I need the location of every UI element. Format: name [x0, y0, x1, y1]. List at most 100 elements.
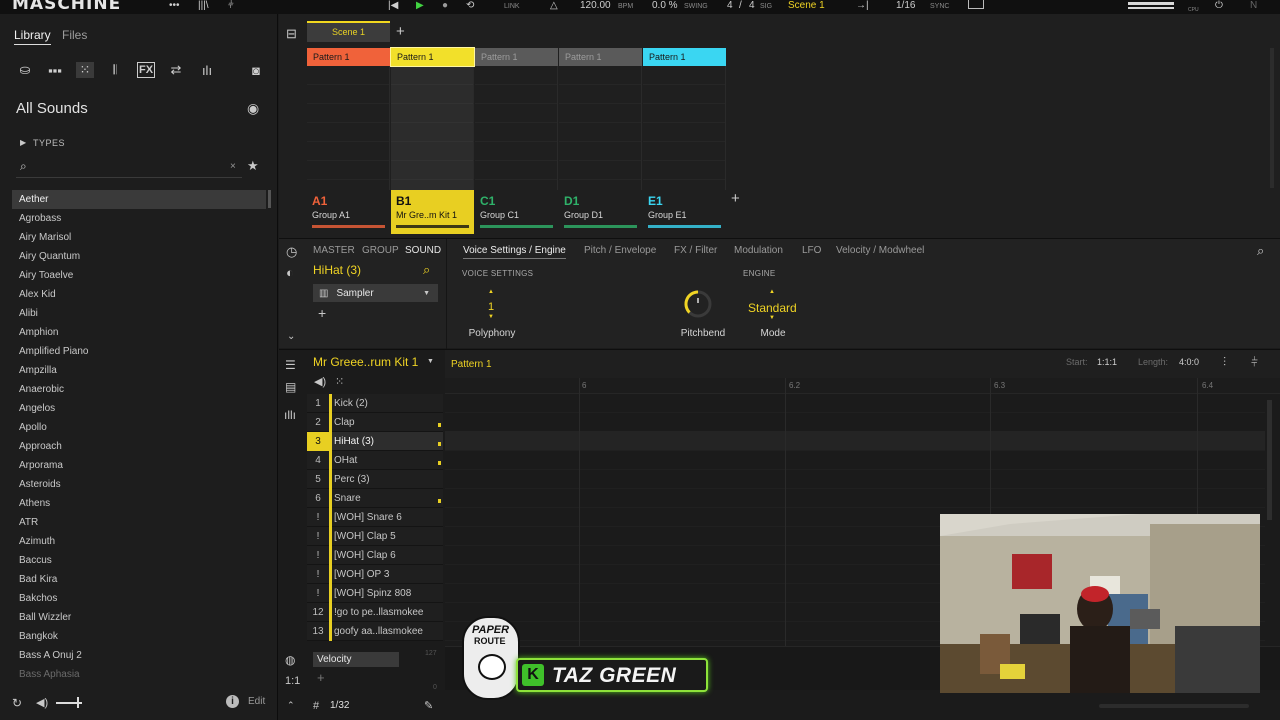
- pattern-name[interactable]: Pattern 1: [451, 359, 492, 370]
- follow-icon[interactable]: →|: [856, 0, 869, 11]
- pad-row[interactable]: ! [WOH] OP 3: [307, 565, 443, 584]
- tab-velocity-modwheel[interactable]: Velocity / Modwheel: [836, 245, 924, 256]
- sound-icon[interactable]: ⁙: [76, 62, 94, 78]
- sound-list-item[interactable]: Airy Quantum: [12, 247, 266, 266]
- sound-list-item[interactable]: Airy Marisol: [12, 228, 266, 247]
- autoload-icon[interactable]: ↻: [12, 696, 22, 710]
- metronome-icon[interactable]: △: [550, 0, 558, 11]
- scene-slot-column[interactable]: [559, 66, 642, 190]
- sound-list-item[interactable]: Bass Aphasia: [12, 665, 266, 684]
- loop-icon[interactable]: ⟲: [466, 0, 474, 11]
- sound-list-item[interactable]: Approach: [12, 437, 266, 456]
- pattern-slot[interactable]: Pattern 1: [643, 48, 726, 66]
- search-input[interactable]: [16, 177, 242, 178]
- sound-list-item[interactable]: Asteroids: [12, 475, 266, 494]
- mixer-settings-icon[interactable]: ⫩: [1251, 355, 1258, 370]
- tab-library[interactable]: Library: [14, 28, 51, 45]
- scene-slot-column[interactable]: [307, 66, 390, 190]
- pencil-icon[interactable]: ✎: [424, 699, 433, 712]
- fx-icon[interactable]: FX: [137, 62, 155, 78]
- pad-row[interactable]: ! [WOH] Clap 5: [307, 527, 443, 546]
- start-value[interactable]: 1:1:1: [1097, 357, 1117, 367]
- edit-button[interactable]: Edit: [248, 696, 265, 707]
- tab-voice-settings[interactable]: Voice Settings / Engine: [463, 245, 566, 259]
- quantize-value[interactable]: 1/16: [896, 0, 915, 11]
- sound-list-item[interactable]: Athens: [12, 494, 266, 513]
- tab-fx-filter[interactable]: FX / Filter: [674, 245, 717, 256]
- tab-sound[interactable]: SOUND: [405, 245, 441, 256]
- plugin-icon[interactable]: ◐: [286, 265, 294, 280]
- group-slot[interactable]: E1 Group E1: [643, 190, 726, 234]
- pad-row[interactable]: 13 goofy aa..llasmokee: [307, 622, 443, 641]
- browser-icon[interactable]: |||\: [198, 0, 209, 11]
- list-scrollbar[interactable]: [268, 190, 271, 208]
- pad-row[interactable]: 12 !go to pe..llasmokee: [307, 603, 443, 622]
- sound-list-item[interactable]: Anaerobic: [12, 380, 266, 399]
- grid-hash-icon[interactable]: #: [313, 700, 319, 712]
- sound-list-item[interactable]: Apollo: [12, 418, 266, 437]
- mixer-icon[interactable]: ⫩: [228, 0, 234, 11]
- pad-row[interactable]: ! [WOH] Snare 6: [307, 508, 443, 527]
- mode-value[interactable]: Standard: [748, 301, 797, 315]
- tab-group[interactable]: GROUP: [362, 245, 399, 256]
- pattern-slot[interactable]: Pattern 1: [390, 47, 475, 67]
- tab-pitch-envelope[interactable]: Pitch / Envelope: [584, 245, 656, 256]
- link-button[interactable]: LINK: [504, 1, 520, 12]
- group-slot[interactable]: B1 Mr Gre..m Kit 1: [391, 190, 474, 234]
- loop-library-icon[interactable]: ⇄: [167, 62, 185, 78]
- pad-row[interactable]: 3 HiHat (3): [307, 432, 443, 451]
- kit-chevron-icon[interactable]: ▼: [427, 358, 434, 365]
- waveform-icon[interactable]: ıllı: [284, 408, 296, 422]
- group-speaker-icon[interactable]: ◀): [314, 375, 326, 388]
- sound-list-item[interactable]: ATR: [12, 513, 266, 532]
- tab-lfo[interactable]: LFO: [802, 245, 821, 256]
- content-title[interactable]: All Sounds: [16, 100, 88, 117]
- keyboard-grid-icon[interactable]: ⁙: [335, 375, 344, 388]
- preview-volume-handle[interactable]: [77, 697, 79, 708]
- scene-indicator[interactable]: Scene 1: [788, 0, 825, 11]
- pad-row[interactable]: 1 Kick (2): [307, 394, 443, 413]
- sound-list-item[interactable]: Alex Kid: [12, 285, 266, 304]
- list-view-icon[interactable]: ☰: [285, 358, 296, 372]
- sync-label[interactable]: SYNC: [930, 1, 949, 12]
- pad-row[interactable]: ! [WOH] Spinz 808: [307, 584, 443, 603]
- sound-list-item[interactable]: Bakchos: [12, 589, 266, 608]
- add-plugin-icon[interactable]: +: [318, 305, 326, 321]
- sound-list-item[interactable]: Ampzilla: [12, 361, 266, 380]
- arranger-scrollbar[interactable]: [1270, 48, 1274, 188]
- eye-icon[interactable]: ◉: [247, 100, 259, 117]
- velocity-mod-icon[interactable]: ◍: [285, 653, 295, 667]
- sig-numerator[interactable]: 4: [727, 0, 733, 11]
- play-icon[interactable]: ▶: [416, 0, 424, 11]
- length-value[interactable]: 4:0:0: [1179, 357, 1199, 367]
- sound-list-item[interactable]: Baccus: [12, 551, 266, 570]
- swing-value[interactable]: 0.0 %: [652, 0, 678, 11]
- rewind-icon[interactable]: |◀: [388, 0, 398, 11]
- pattern-slot[interactable]: Pattern 1: [475, 48, 558, 66]
- group-slot[interactable]: D1 Group D1: [559, 190, 642, 234]
- sound-list-item[interactable]: Alibi: [12, 304, 266, 323]
- search-sound-icon[interactable]: ⌕: [423, 262, 430, 278]
- grid-resolution[interactable]: 1/32: [330, 700, 349, 711]
- tab-modulation[interactable]: Modulation: [734, 245, 783, 256]
- grid-settings-icon[interactable]: ⫶: [1223, 355, 1226, 370]
- clear-icon[interactable]: ×: [230, 161, 236, 172]
- group-icon[interactable]: ▪▪▪: [46, 62, 64, 78]
- add-scene-icon[interactable]: +: [396, 23, 405, 40]
- sound-list-item[interactable]: Airy Toaelve: [12, 266, 266, 285]
- user-icon[interactable]: ◙: [247, 62, 265, 78]
- tab-master[interactable]: MASTER: [313, 245, 355, 256]
- scene-slot-column[interactable]: [643, 66, 726, 190]
- tempo-dial-icon[interactable]: ◷: [286, 244, 297, 260]
- project-icon[interactable]: ⛀: [16, 62, 34, 78]
- horizontal-scrollbar[interactable]: [1099, 704, 1249, 708]
- sound-list-item[interactable]: Bad Kira: [12, 570, 266, 589]
- chevron-right-icon[interactable]: ▶: [20, 138, 26, 147]
- pattern-slot[interactable]: Pattern 1: [559, 48, 642, 66]
- star-icon[interactable]: ★: [247, 158, 259, 174]
- sound-list-item[interactable]: Azimuth: [12, 532, 266, 551]
- polyphony-down-icon[interactable]: ▼: [488, 314, 494, 320]
- sound-name[interactable]: HiHat (3): [313, 263, 361, 277]
- scene-slot-column[interactable]: [391, 66, 474, 190]
- velocity-selector[interactable]: Velocity: [313, 652, 399, 667]
